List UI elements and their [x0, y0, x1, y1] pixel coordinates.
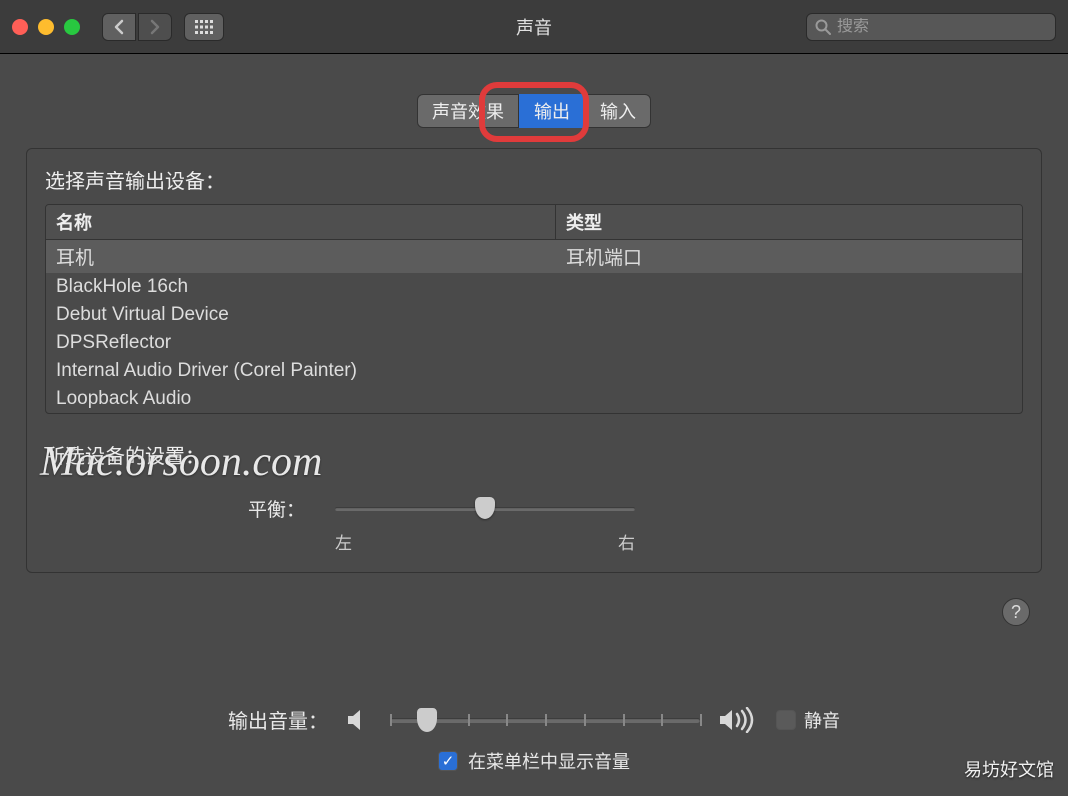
volume-tick — [700, 714, 702, 726]
device-type — [566, 276, 1012, 298]
column-name[interactable]: 名称 — [46, 205, 556, 239]
search-icon — [815, 19, 831, 35]
device-row[interactable]: 耳机耳机端口 — [46, 240, 1022, 273]
menubar-volume-row: ✓ 在菜单栏中显示音量 — [438, 748, 630, 774]
zoom-window-button[interactable] — [64, 19, 80, 35]
output-volume-row: 输出音量： — [228, 705, 840, 734]
chevron-right-icon — [149, 19, 161, 35]
tab-input[interactable]: 输入 — [585, 94, 651, 128]
balance-row: 平衡： — [245, 493, 1023, 523]
balance-thumb[interactable] — [475, 497, 495, 519]
balance-right-label: 右 — [618, 529, 635, 554]
forward-button[interactable] — [138, 13, 172, 41]
volume-tick — [390, 714, 392, 726]
tab-sound-effects[interactable]: 声音效果 — [417, 94, 519, 128]
titlebar: 声音 — [0, 0, 1068, 54]
volume-tick — [468, 714, 470, 726]
volume-tick — [623, 714, 625, 726]
speaker-low-icon — [346, 708, 372, 732]
volume-tick — [545, 714, 547, 726]
show-menubar-volume-checkbox[interactable]: ✓ — [438, 751, 458, 771]
tab-bar: 声音效果 输出 输入 — [20, 94, 1048, 128]
device-settings-heading: 所选设备的设置： — [45, 440, 1023, 469]
device-name: 耳机 — [56, 243, 566, 270]
output-panel: 选择声音输出设备： 名称 类型 耳机耳机端口BlackHole 16chDebu… — [26, 148, 1042, 573]
balance-endpoints: 左 右 — [335, 529, 635, 554]
search-input[interactable] — [837, 18, 1047, 36]
output-volume-slider[interactable] — [390, 706, 700, 734]
chevron-left-icon — [113, 19, 125, 35]
device-table-header: 名称 类型 — [46, 205, 1022, 240]
footer: 输出音量： — [0, 705, 1068, 774]
device-row[interactable]: Debut Virtual Device — [46, 301, 1022, 329]
back-button[interactable] — [102, 13, 136, 41]
device-name: Loopback Audio — [56, 388, 566, 410]
volume-tick — [506, 714, 508, 726]
nav-buttons — [102, 13, 172, 41]
device-row[interactable]: Loopback Audio — [46, 385, 1022, 413]
device-type — [566, 304, 1012, 326]
column-type[interactable]: 类型 — [556, 205, 1022, 239]
device-row[interactable]: DPSReflector — [46, 329, 1022, 357]
check-icon: ✓ — [442, 752, 455, 770]
device-table: 名称 类型 耳机耳机端口BlackHole 16chDebut Virtual … — [45, 204, 1023, 414]
mute-checkbox-row: 静音 — [776, 707, 840, 733]
device-name: DPSReflector — [56, 332, 566, 354]
volume-tick — [584, 714, 586, 726]
device-type: 耳机端口 — [566, 243, 1012, 270]
menubar-volume-label: 在菜单栏中显示音量 — [468, 748, 630, 774]
window-body: 声音效果 输出 输入 选择声音输出设备： 名称 类型 耳机耳机端口BlackHo… — [0, 54, 1068, 796]
grid-icon — [195, 20, 213, 34]
balance-label: 平衡： — [245, 495, 305, 522]
help-button[interactable]: ? — [1002, 598, 1030, 626]
device-type — [566, 360, 1012, 382]
device-row[interactable]: BlackHole 16ch — [46, 273, 1022, 301]
device-type — [566, 332, 1012, 354]
help-icon: ? — [1011, 602, 1021, 623]
corner-watermark: 易坊好文馆 — [964, 756, 1054, 782]
device-type — [566, 388, 1012, 410]
device-name: Debut Virtual Device — [56, 304, 566, 326]
mute-label: 静音 — [804, 707, 840, 733]
device-table-body: 耳机耳机端口BlackHole 16chDebut Virtual Device… — [46, 240, 1022, 413]
show-all-button[interactable] — [184, 13, 224, 41]
speaker-high-icon — [718, 707, 758, 733]
volume-tick — [661, 714, 663, 726]
balance-left-label: 左 — [335, 529, 352, 554]
search-field[interactable] — [806, 13, 1056, 41]
minimize-window-button[interactable] — [38, 19, 54, 35]
select-device-heading: 选择声音输出设备： — [45, 165, 1023, 194]
device-name: BlackHole 16ch — [56, 276, 566, 298]
balance-slider[interactable] — [335, 493, 635, 523]
window-controls — [12, 19, 80, 35]
output-volume-label: 输出音量： — [228, 705, 328, 734]
tab-output[interactable]: 输出 — [519, 94, 585, 128]
device-name: Internal Audio Driver (Corel Painter) — [56, 360, 566, 382]
mute-checkbox[interactable] — [776, 710, 796, 730]
device-row[interactable]: Internal Audio Driver (Corel Painter) — [46, 357, 1022, 385]
volume-thumb[interactable] — [417, 708, 437, 732]
close-window-button[interactable] — [12, 19, 28, 35]
